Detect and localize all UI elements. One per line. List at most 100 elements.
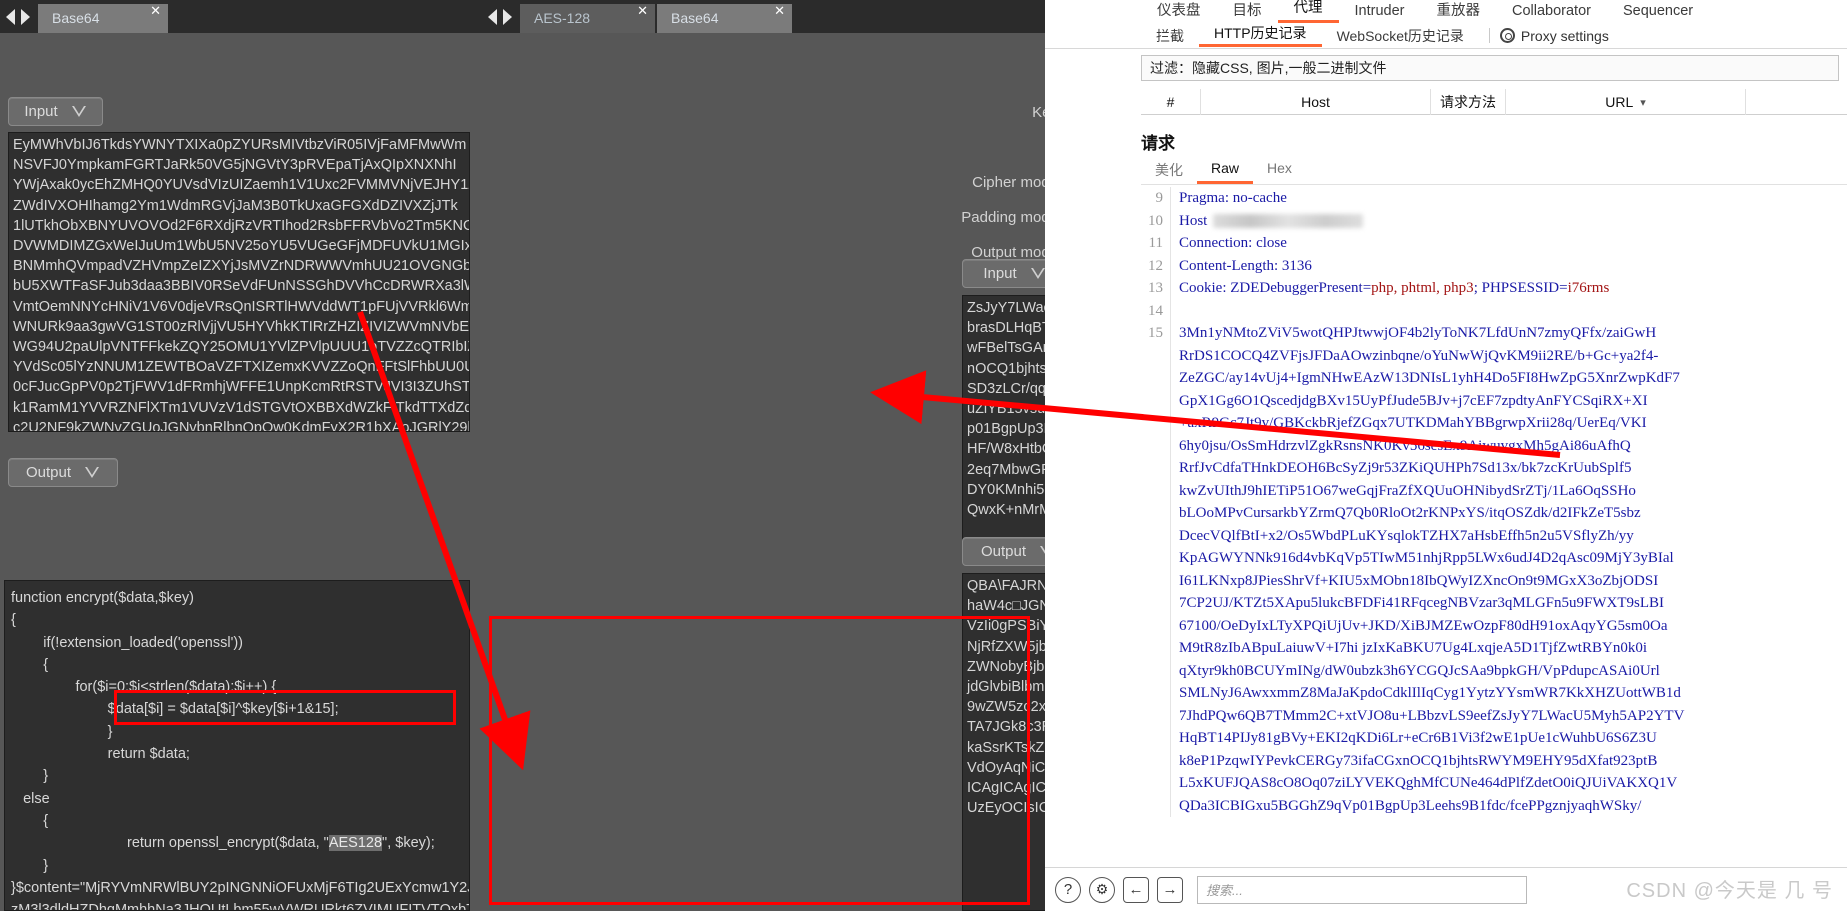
- line-text: +axR9Gc7Jt9v/GBKckbRjefZGqx7UTKDMahYBBgr…: [1179, 415, 1647, 431]
- tab-label: 目标: [1232, 3, 1262, 19]
- search-input[interactable]: 搜索...: [1197, 875, 1527, 904]
- request-line: 14: [1141, 299, 1847, 322]
- request-line: 6hy0jsu/OsSmHdrzvlZgkRsnsNK0Kv56sesEx9Ai…: [1141, 434, 1847, 457]
- close-icon[interactable]: ✕: [774, 5, 785, 19]
- burp-sub-tab-2[interactable]: WebSocket历史记录: [1322, 28, 1479, 47]
- burp-top-tab-6[interactable]: Sequencer: [1607, 3, 1709, 23]
- request-line: 11 Connection: close: [1141, 232, 1847, 255]
- request-line: GpX1Gg6O1QscedjdgBXv15UyPfJude5BJv+j7cEF…: [1141, 389, 1847, 412]
- request-line: KpAGWYNNk916d4vbKqVp5TIwM51nhjRpp5LWx6ud…: [1141, 547, 1847, 570]
- burp-top-tab-1[interactable]: 目标: [1217, 3, 1278, 23]
- proxy-settings-button[interactable]: Proxy settings: [1499, 28, 1609, 44]
- col-host[interactable]: Host: [1201, 89, 1431, 115]
- tab-label: Intruder: [1354, 3, 1405, 19]
- line-text: qXtyr9kh0BCUYmINg/dW0ubzk3h6YCGQJcSAa9bp…: [1179, 662, 1660, 679]
- tab-label: 代理: [1293, 0, 1323, 16]
- input-dropdown-button-left[interactable]: Input: [8, 97, 103, 126]
- line-number: 14: [1141, 299, 1171, 322]
- col-method[interactable]: 请求方法: [1431, 89, 1506, 115]
- output-dropdown-button-left[interactable]: Output: [8, 458, 118, 487]
- watermark: CSDN @今天是 几 号: [1626, 880, 1833, 902]
- header-value: php, phtml, php3: [1371, 280, 1474, 296]
- middle-panel: AES-128 ✕ Base64 ✕ Key e45e329feb5d925b …: [470, 0, 1515, 911]
- left-nav-arrows[interactable]: [0, 0, 38, 33]
- burp-top-tabs: 仪表盘 目标 代理 Intruder 重放器 Collaborator Sequencer: [1045, 0, 1847, 23]
- line-text: k8eP1PzqwIYPevkCERGy73ifaCGxnOCQ1bjhtsRW…: [1179, 752, 1658, 769]
- tab-label: 美化: [1155, 162, 1183, 178]
- request-tab-1[interactable]: Raw: [1197, 160, 1254, 184]
- tab-label: AES-128: [534, 10, 591, 26]
- request-line: 7JhdPQw6QB7TMmm2C+xtVJO8u+LBbzvLS9eefZsJ…: [1141, 704, 1847, 727]
- burp-top-tab-4[interactable]: 重放器: [1420, 3, 1496, 23]
- request-tab-0[interactable]: 美化: [1141, 160, 1197, 184]
- line-text: L5xKUFJQAS8cO8Oq07ziLYVEKQghMfCUNe464dPl…: [1179, 775, 1678, 791]
- tab-base64-mid[interactable]: Base64 ✕: [657, 4, 792, 33]
- burp-top-tab-5[interactable]: Collaborator: [1496, 3, 1607, 23]
- nav-next-icon[interactable]: [21, 8, 30, 25]
- output-code-box-left[interactable]: function encrypt($data,$key) { if(!extens…: [4, 580, 470, 911]
- forward-button[interactable]: →: [1157, 876, 1183, 903]
- request-line: +axR9Gc7Jt9v/GBKckbRjefZGqx7UTKDMahYBBgr…: [1141, 412, 1847, 435]
- burp-sub-tab-1[interactable]: HTTP历史记录: [1199, 25, 1322, 47]
- request-line: L5xKUFJQAS8cO8Oq07ziLYVEKQghMfCUNe464dPl…: [1141, 772, 1847, 795]
- line-text: I61LKNxp8JPiesShrVf+KIU5xMObn18IbQWyIZXn…: [1179, 572, 1659, 589]
- col-url-label: URL: [1605, 94, 1634, 110]
- nav-next-icon[interactable]: [503, 8, 512, 25]
- filter-bar[interactable]: 过滤：隐藏CSS, 图片,一般二进制文件: [1141, 55, 1839, 81]
- tab-label: 仪表盘: [1157, 3, 1201, 19]
- close-icon[interactable]: ✕: [150, 5, 161, 19]
- line-number: [1141, 367, 1171, 390]
- request-line: qXtyr9kh0BCUYmINg/dW0ubzk3h6YCGQJcSAa9bp…: [1141, 659, 1847, 682]
- chevron-down-icon: ▾: [1640, 96, 1646, 109]
- line-text: SMLNyJ6AwxxmmZ8MaJaKpdoCdklIlIqCyg1YytzY…: [1179, 685, 1681, 701]
- line-number: [1141, 614, 1171, 637]
- line-text: HqBT14PIJy81gBVy+EKI2qKDi6Lr+eCr6B1Vi3f2…: [1179, 730, 1657, 746]
- request-line: bLOoMPvCursarkbYZrmQ7Qb0RloOt2rKNPxYS/it…: [1141, 502, 1847, 525]
- line-text: Connection: close: [1179, 235, 1287, 251]
- chevron-down-icon: [85, 467, 100, 478]
- line-number: [1141, 682, 1171, 705]
- line-number: [1141, 457, 1171, 480]
- burp-top-tab-0[interactable]: 仪表盘: [1141, 3, 1217, 23]
- tab-label: Base64: [671, 10, 719, 26]
- request-line: ZeZGC/ay14vUj4+IgmNHwEAzW13DNIsL1yhH4Do5…: [1141, 367, 1847, 390]
- code-line: zM3l3dldHZDhqMmhhNa3JHQUtLbm55wVWRURkt6Z…: [11, 902, 470, 911]
- line-number: [1141, 772, 1171, 795]
- tab-aes128[interactable]: AES-128 ✕: [520, 4, 655, 33]
- gear-icon[interactable]: ⚙: [1089, 876, 1115, 903]
- code-line: }: [11, 857, 49, 874]
- line-text: 67100/OeDyIxLTyXPQiUjUv+JKD/XiBJMZEwOzpF…: [1179, 617, 1668, 634]
- line-number: [1141, 479, 1171, 502]
- request-line: SMLNyJ6AwxxmmZ8MaJaKpdoCdklIlIqCyg1YytzY…: [1141, 682, 1847, 705]
- code-line: }: [11, 723, 113, 740]
- request-tab-2[interactable]: Hex: [1253, 160, 1306, 184]
- line-text: Pragma: no-cache: [1179, 190, 1287, 206]
- burp-top-tab-3[interactable]: Intruder: [1339, 3, 1421, 23]
- request-line: 12 Content-Length: 3136: [1141, 254, 1847, 277]
- tab-label: Collaborator: [1511, 3, 1591, 19]
- col-url[interactable]: URL ▾: [1506, 89, 1746, 115]
- help-icon[interactable]: ?: [1055, 876, 1081, 903]
- line-text: QDa3ICBIGxu5BGGhZ9qVp01BgpUp3Leehs9B1fdc…: [1179, 797, 1642, 814]
- output-dropdown-label: Output: [980, 543, 1027, 560]
- burp-top-tab-2[interactable]: 代理: [1277, 0, 1339, 23]
- burp-sub-tab-0[interactable]: 拦截: [1141, 28, 1199, 47]
- back-button[interactable]: ←: [1123, 876, 1149, 903]
- nav-prev-icon[interactable]: [488, 8, 497, 25]
- nav-prev-icon[interactable]: [6, 8, 15, 25]
- request-line: k8eP1PzqwIYPevkCERGy73ifaCGxnOCQ1bjhtsRW…: [1141, 749, 1847, 772]
- line-text: KpAGWYNNk916d4vbKqVp5TIwM51nhjRpp5LWx6ud…: [1179, 550, 1674, 566]
- col-index[interactable]: #: [1141, 89, 1201, 115]
- line-number: 10: [1141, 209, 1171, 232]
- tab-label: Hex: [1267, 160, 1292, 176]
- line-number: [1141, 592, 1171, 615]
- input-textarea-left[interactable]: EyMWhVbIJ6TkdsYWNYTXIXa0pZYURsMIVtbzViR0…: [8, 132, 470, 432]
- line-number: 9: [1141, 187, 1171, 210]
- input-dropdown-label: Input: [983, 265, 1017, 282]
- tab-base64-left[interactable]: Base64 ✕: [38, 4, 168, 33]
- mid-nav-arrows[interactable]: [470, 0, 520, 33]
- line-text: bLOoMPvCursarkbYZrmQ7Qb0RloOt2rKNPxYS/it…: [1179, 505, 1641, 521]
- close-icon[interactable]: ✕: [637, 5, 648, 19]
- left-tabstrip: Base64 ✕: [0, 0, 470, 33]
- request-raw-content[interactable]: 9 Pragma: no-cache 10 Host 11 Connection: clo…: [1141, 187, 1847, 847]
